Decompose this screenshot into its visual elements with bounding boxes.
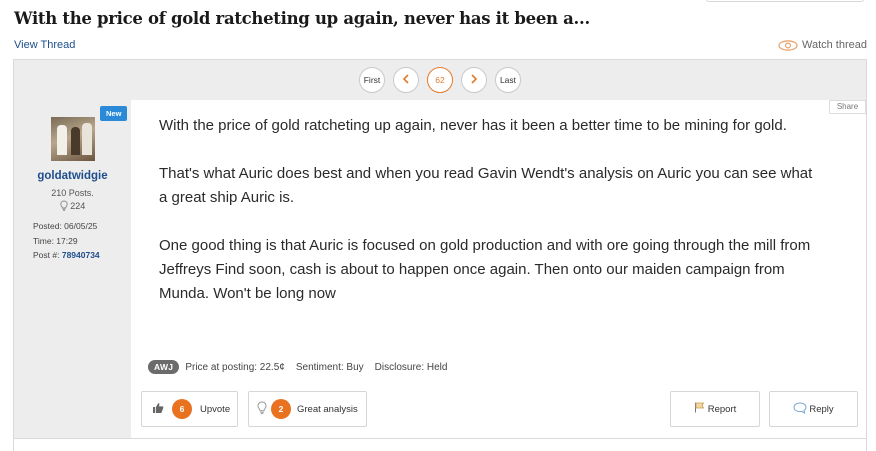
lightbulb-icon [60, 200, 71, 211]
chevron-left-icon [402, 73, 410, 87]
report-button[interactable]: Report [670, 391, 760, 427]
prev-page-button[interactable] [393, 67, 419, 93]
post-paragraph: One good thing is that Auric is focused … [159, 237, 811, 302]
post-container: First 62 Last New goldatwidgie 210 Posts… [13, 59, 867, 439]
lightbulb-icon [257, 400, 267, 418]
thumbs-up-icon [152, 402, 164, 417]
great-analysis-button[interactable]: 2 Great analysis [248, 391, 367, 427]
disclosure: Disclosure: Held [374, 361, 448, 373]
view-thread-link[interactable]: View Thread [14, 39, 75, 51]
next-post-edge [13, 439, 867, 451]
author-likes: 224 [14, 200, 131, 211]
author-panel: New goldatwidgie 210 Posts. 224 Posted: … [14, 100, 131, 438]
post-metadata: AWJ Price at posting: 22.5¢ Sentiment: B… [148, 360, 447, 374]
post-content: Share With the price of gold ratcheting … [131, 100, 866, 438]
author-likes-count: 224 [70, 201, 86, 211]
new-member-badge: New [100, 106, 128, 121]
watch-thread-label: Watch thread [801, 39, 867, 51]
great-analysis-count: 2 [271, 399, 291, 419]
first-page-button[interactable]: First [359, 67, 385, 93]
post-body: With the price of gold ratcheting up aga… [159, 114, 819, 330]
eye-icon [778, 39, 798, 51]
upvote-label: Upvote [200, 403, 231, 415]
share-button[interactable]: Share [829, 100, 866, 114]
sentiment: Sentiment: Buy [295, 361, 364, 373]
author-post-count: 210 Posts. [51, 188, 94, 198]
current-page-indicator[interactable]: 62 [427, 67, 453, 93]
author-username[interactable]: goldatwidgie [14, 170, 131, 182]
speech-bubble-icon [793, 401, 807, 417]
great-analysis-label: Great analysis [297, 403, 358, 415]
post-number: Post #: 78940734 [33, 250, 100, 260]
pagination: First 62 Last [14, 60, 866, 100]
price-at-posting: Price at posting: 22.5¢ [185, 361, 285, 373]
report-label: Report [707, 403, 737, 415]
reply-label: Reply [809, 403, 834, 415]
posted-date: Posted: 06/05/25 [33, 221, 98, 231]
top-search-box-edge [706, 0, 864, 2]
next-page-button[interactable] [461, 67, 487, 93]
flag-icon [694, 402, 705, 416]
post-number-link[interactable]: 78940734 [62, 250, 100, 260]
upvote-count: 6 [172, 399, 192, 419]
post-paragraph: That's what Auric does best and when you… [159, 165, 813, 206]
post-paragraph: With the price of gold ratcheting up aga… [159, 117, 787, 134]
last-page-button[interactable]: Last [495, 67, 521, 93]
posted-time: Time: 17:29 [33, 236, 78, 246]
chevron-right-icon [470, 73, 478, 87]
upvote-button[interactable]: 6 Upvote [141, 391, 238, 427]
watch-thread-button[interactable]: Watch thread [778, 39, 867, 51]
post-number-label: Post #: [33, 250, 60, 260]
reply-button[interactable]: Reply [769, 391, 858, 427]
avatar[interactable] [51, 117, 95, 161]
ticker-badge[interactable]: AWJ [148, 360, 180, 374]
thread-title: With the price of gold ratcheting up aga… [14, 9, 590, 28]
